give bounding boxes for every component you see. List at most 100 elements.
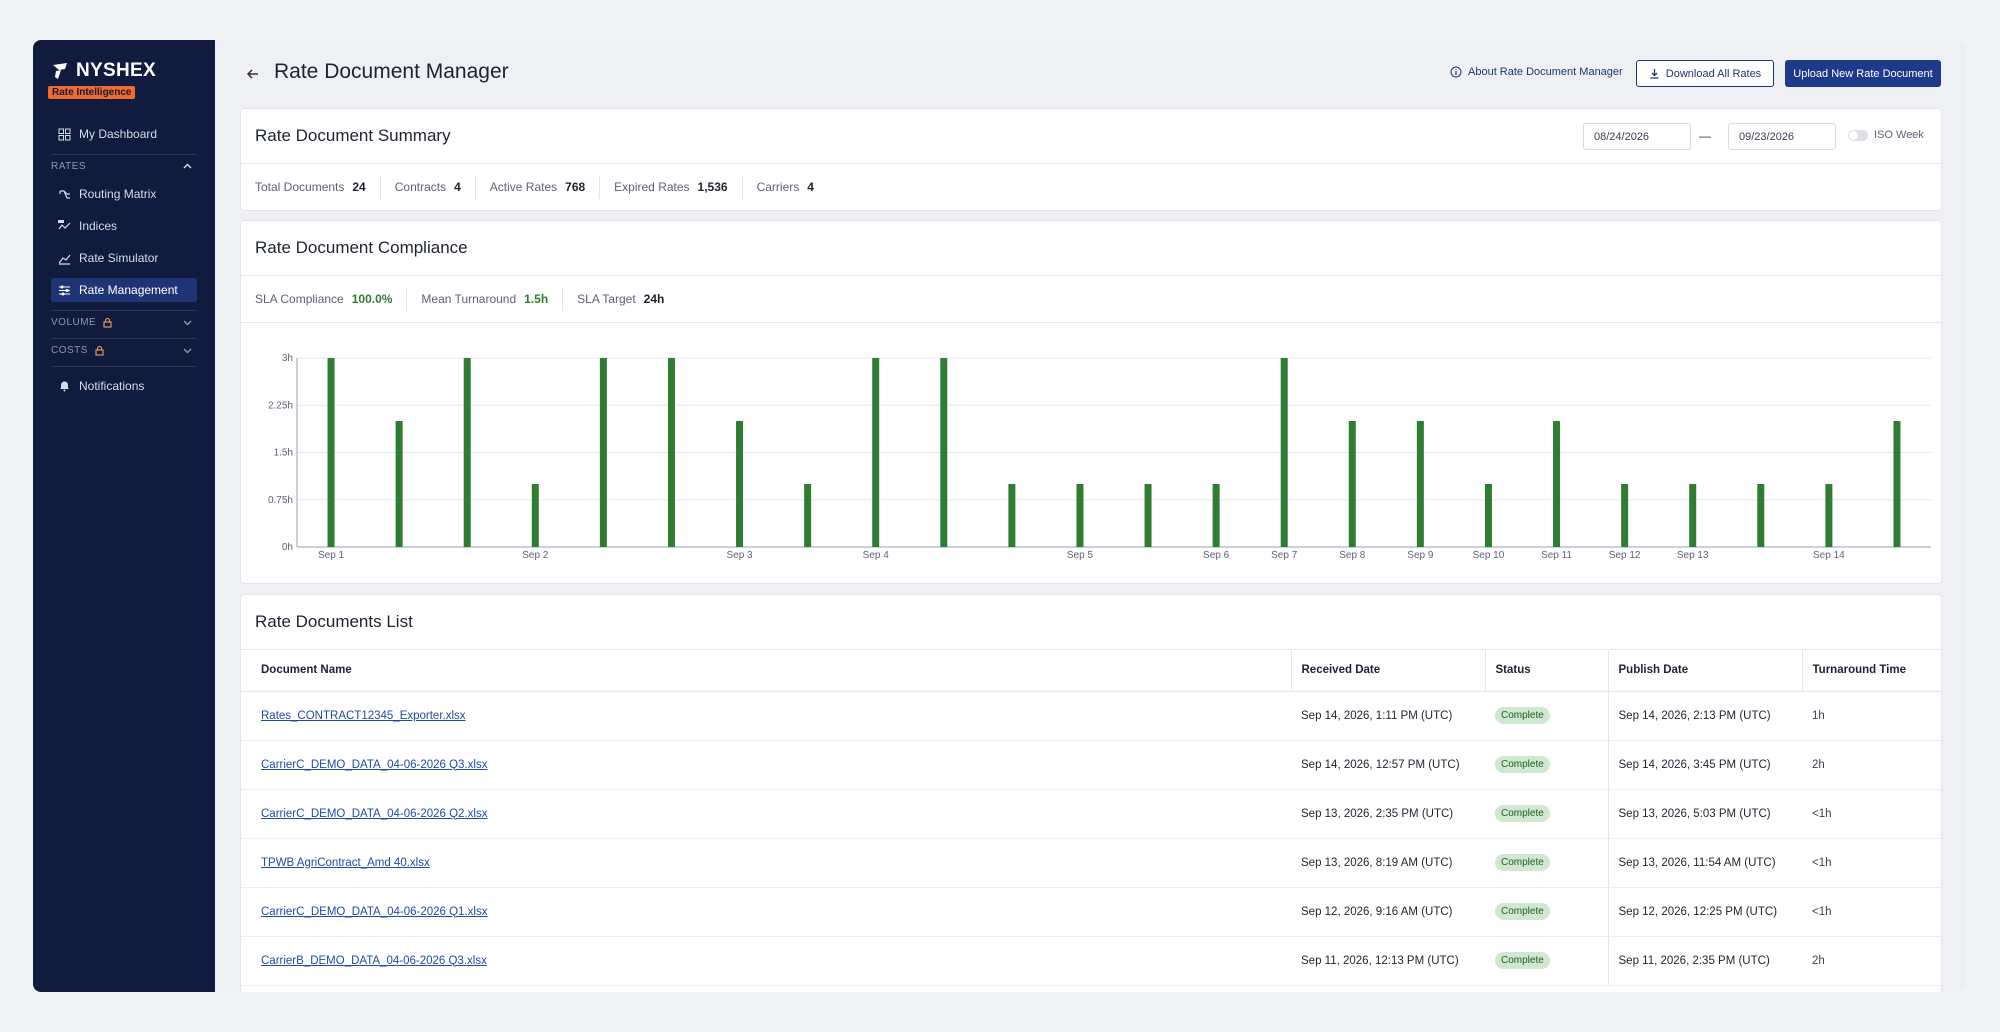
sidebar-item-routing-matrix[interactable]: Routing Matrix (51, 182, 197, 206)
x-tick-label: Sep 10 (1473, 550, 1505, 561)
chart-bar[interactable] (872, 358, 880, 547)
date-to-input[interactable]: 09/23/2026 (1728, 123, 1836, 150)
sidebar-item-label: My Dashboard (79, 127, 158, 141)
chart-bar[interactable] (327, 358, 335, 547)
col-received-date[interactable]: Received Date (1290, 650, 1485, 692)
chart-bar[interactable] (804, 484, 812, 547)
app-window: NYSHEX Rate Intelligence My Dashboard RA… (33, 40, 1967, 992)
iso-week-label: ISO Week (1874, 129, 1924, 141)
download-label: Download All Rates (1665, 67, 1762, 80)
y-tick-label: 1.5h (274, 448, 293, 459)
x-tick-label: Sep 13 (1677, 550, 1709, 561)
col-turnaround-time[interactable]: Turnaround Time (1801, 650, 1941, 692)
cell-publish-date: Sep 13, 2026, 5:03 PM (UTC) (1607, 789, 1802, 839)
compliance-title: Rate Document Compliance (255, 238, 468, 257)
sidebar-item-label: Notifications (79, 378, 145, 393)
chart-bar[interactable] (1280, 358, 1288, 547)
table-row[interactable]: CarrierC_DEMO_DATA_04-06-2026 Q3.xlsx Sep… (241, 740, 1941, 790)
col-publish-date[interactable]: Publish Date (1607, 650, 1802, 692)
col-status[interactable]: Status (1484, 650, 1608, 692)
document-link[interactable]: CarrierC_DEMO_DATA_04-06-2026 Q3.xlsx (261, 759, 487, 771)
document-link[interactable]: CarrierC_DEMO_DATA_04-06-2026 Q2.xlsx (261, 808, 487, 820)
about-label: About Rate Document Manager (1468, 66, 1623, 78)
cell-status: Complete (1485, 838, 1608, 888)
chevron-down-icon (183, 348, 192, 354)
chart-bar[interactable] (940, 358, 948, 547)
page-header: Rate Document Manager About Rate Documen… (215, 40, 1967, 108)
chart-bar[interactable] (1689, 484, 1697, 547)
document-link[interactable]: CarrierB_DEMO_DATA_04-06-2026 Q3.xlsx (261, 955, 487, 967)
sidebar-section-costs[interactable]: COSTS (51, 338, 197, 358)
cell-publish-date: Sep 13, 2026, 11:54 AM (UTC) (1607, 838, 1802, 888)
sidebar-item-rate-simulator[interactable]: Rate Simulator (51, 246, 197, 270)
y-tick-label: 2.25h (268, 400, 293, 411)
upload-new-rate-document-button[interactable]: Upload New Rate Document (1785, 60, 1941, 87)
status-badge: Complete (1495, 903, 1550, 920)
back-arrow-icon[interactable] (245, 66, 261, 82)
download-all-rates-button[interactable]: Download All Rates (1636, 60, 1774, 87)
chart-bar[interactable] (667, 358, 675, 547)
list-title: Rate Documents List (255, 612, 413, 631)
section-label: RATES (51, 161, 87, 172)
chart-bar[interactable] (531, 484, 539, 547)
stat-sla-target: SLA Target 24h (577, 287, 678, 311)
table-row[interactable]: TPWB AgriContract_Amd 40.xlsx Sep 13, 202… (241, 838, 1941, 888)
sidebar-section-volume[interactable]: VOLUME (51, 310, 197, 330)
summary-card: Rate Document Summary 08/24/2026 — 09/23… (240, 108, 1942, 211)
sidebar-item-rate-management[interactable]: Rate Management (51, 278, 197, 302)
chart-bar[interactable] (736, 421, 744, 547)
sidebar-item-dashboard[interactable]: My Dashboard (51, 122, 197, 146)
sidebar-section-rates[interactable]: RATES (51, 154, 197, 174)
table-row[interactable]: CarrierB_DEMO_DATA_04-06-2026 Q3.xlsx Sep… (241, 936, 1941, 986)
sidebar-item-indices[interactable]: Indices (51, 214, 197, 238)
chart-bar[interactable] (599, 358, 607, 547)
table-row[interactable]: CarrierC_DEMO_DATA_04-06-2026 Q1.xlsx Sep… (241, 887, 1941, 937)
chart-bar[interactable] (395, 421, 403, 547)
sidebar-item-notifications[interactable]: Notifications (51, 366, 197, 398)
app-frame: NYSHEX Rate Intelligence My Dashboard RA… (0, 0, 2000, 1032)
brand-name: NYSHEX (76, 60, 156, 81)
stat-expired-rates: Expired Rates 1,536 (614, 175, 743, 199)
chart-bar[interactable] (1076, 484, 1084, 547)
chart-bar[interactable] (1144, 484, 1152, 547)
stat-value: 24h (643, 292, 665, 306)
brand[interactable]: NYSHEX (50, 60, 156, 82)
sidebar: NYSHEX Rate Intelligence My Dashboard RA… (33, 40, 215, 992)
chart-bar[interactable] (1553, 421, 1561, 547)
cell-turnaround: <1h (1802, 887, 1941, 937)
date-from-input[interactable]: 08/24/2026 (1583, 123, 1691, 150)
chart-bar[interactable] (1825, 484, 1833, 547)
chart-bar[interactable] (1212, 484, 1220, 547)
chart-bar[interactable] (463, 358, 471, 547)
chart-bar[interactable] (1484, 484, 1492, 547)
chart-bar[interactable] (1621, 484, 1629, 547)
document-link[interactable]: CarrierC_DEMO_DATA_04-06-2026 Q1.xlsx (261, 906, 487, 918)
iso-week-toggle[interactable]: ISO Week (1848, 129, 1924, 141)
document-link[interactable]: Rates_CONTRACT12345_Exporter.xlsx (261, 710, 466, 722)
cell-turnaround: <1h (1802, 789, 1941, 839)
cell-turnaround: 2h (1802, 740, 1941, 790)
turnaround-chart-svg: 0h 0.75h 1.5h 2.25h 3h Sep 1 Sep 2 Sep 3 Sep 4 Se… (268, 353, 1931, 561)
chart-bar[interactable] (1416, 421, 1424, 547)
stat-value: 4 (807, 180, 814, 194)
nyshex-logo-icon (53, 63, 67, 79)
stat-carriers: Carriers 4 (757, 175, 828, 199)
toggle-switch[interactable] (1848, 129, 1868, 141)
table-row[interactable]: CarrierC_DEMO_DATA_04-06-2026 Q2.xlsx Sep… (241, 789, 1941, 839)
stat-key: Contracts (394, 180, 447, 194)
col-document-name[interactable]: Document Name (241, 650, 1291, 692)
table-row[interactable]: Rates_CONTRACT12345_Exporter.xlsx Sep 14,… (241, 691, 1941, 741)
chart-bar[interactable] (1348, 421, 1356, 547)
cell-document-name: CarrierB_DEMO_DATA_04-06-2026 Q3.xlsx (241, 936, 1291, 986)
x-tick-label: Sep 4 (863, 550, 890, 561)
chart-bar[interactable] (1757, 484, 1765, 547)
chart-bar[interactable] (1893, 421, 1901, 547)
cell-received-date: Sep 13, 2026, 2:35 PM (UTC) (1291, 789, 1485, 839)
cell-document-name: TPWB AgriContract_Amd 40.xlsx (241, 838, 1291, 888)
about-link[interactable]: About Rate Document Manager (1450, 66, 1623, 78)
chart-bar[interactable] (1008, 484, 1016, 547)
stat-key: SLA Target (577, 292, 636, 306)
cell-turnaround: 1h (1802, 691, 1941, 741)
lock-icon (103, 317, 112, 328)
document-link[interactable]: TPWB AgriContract_Amd 40.xlsx (261, 857, 430, 869)
